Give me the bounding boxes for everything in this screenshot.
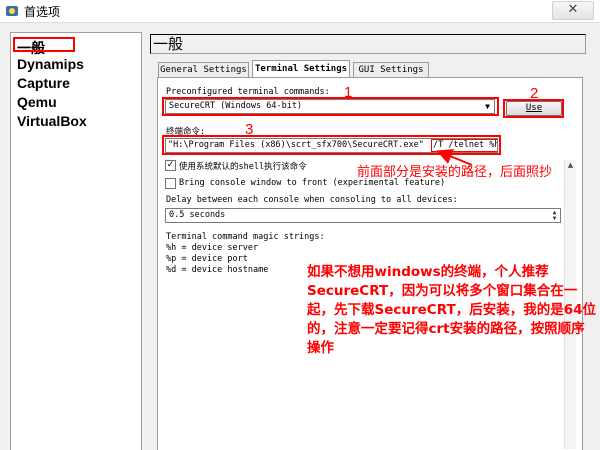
annotation-note-path: 前面部分是安装的路径，后面照抄 [357, 165, 553, 180]
annotation-note-main: 如果不想用windows的终端，个人推荐SecureCRT，因为可以将多个窗口集… [307, 264, 596, 356]
annotation-arrow-icon [436, 149, 473, 166]
